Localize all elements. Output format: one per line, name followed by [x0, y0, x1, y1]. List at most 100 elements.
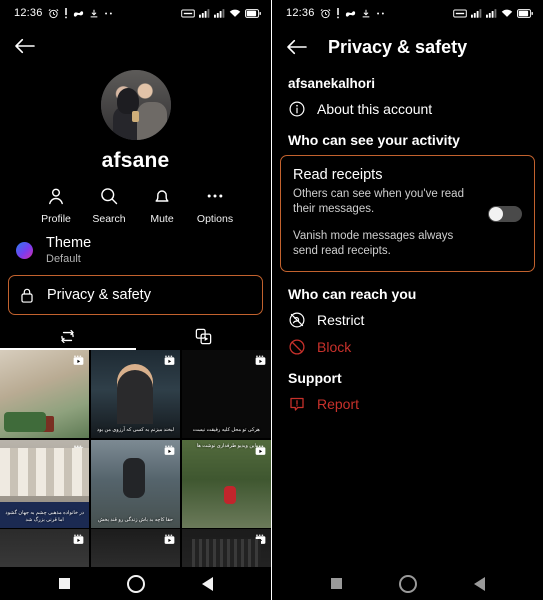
dual-screenshot: 12:36 afsane Profile Search Mute Options… — [0, 0, 543, 600]
reel-icon — [163, 444, 176, 457]
privacy-safety-row[interactable]: Privacy & safety — [8, 275, 263, 315]
status-bar-right-group — [453, 8, 533, 18]
reel-icon — [72, 444, 85, 457]
read-receipts-row[interactable]: Read receipts Others can see when you've… — [280, 155, 535, 272]
wave-icon — [345, 8, 356, 18]
exclamation-icon — [64, 7, 68, 19]
status-bar-left: 12:36 — [0, 0, 271, 26]
wifi-icon — [501, 8, 513, 18]
signal-1-icon — [471, 8, 482, 18]
read-receipts-subtitle: Others can see when you've read their me… — [293, 188, 464, 215]
action-search-label: Search — [92, 213, 126, 225]
signal-2-icon — [486, 8, 497, 18]
status-time: 12:36 — [14, 7, 43, 19]
search-icon — [99, 186, 119, 206]
section-support: Support — [288, 370, 342, 386]
theme-value: Default — [46, 253, 81, 265]
theme-row[interactable]: Theme Default — [0, 235, 271, 266]
privacy-safety-label: Privacy & safety — [47, 287, 151, 303]
info-icon — [288, 100, 306, 118]
more-icon — [376, 11, 387, 16]
status-bar-left-group: 12:36 — [286, 7, 387, 19]
report-label: Report — [317, 396, 360, 412]
status-bar-right-group — [181, 8, 261, 18]
tab-video-collection[interactable] — [136, 322, 272, 350]
block-icon — [288, 338, 306, 356]
more-icon — [104, 11, 115, 16]
page-title: Privacy & safety — [328, 36, 468, 57]
vpn-icon — [453, 9, 467, 18]
reel-icon — [72, 533, 85, 546]
action-profile[interactable]: Profile — [30, 186, 83, 225]
action-options-label: Options — [196, 213, 234, 225]
back-arrow-icon — [14, 37, 36, 55]
action-mute-label: Mute — [150, 213, 174, 225]
grid-item[interactable] — [0, 350, 90, 438]
reel-icon — [163, 533, 176, 546]
battery-icon — [517, 8, 533, 18]
read-receipts-title: Read receipts — [293, 167, 383, 183]
back-triangle-icon[interactable] — [473, 576, 485, 591]
toggle-knob — [489, 207, 503, 221]
read-receipts-texts: Read receipts Others can see when you've… — [293, 166, 480, 259]
android-nav-bar-right — [272, 567, 543, 600]
report-row[interactable]: Report — [272, 386, 543, 413]
about-this-account-row[interactable]: About this account — [272, 91, 543, 118]
recents-square-icon[interactable] — [330, 578, 342, 589]
grid-item[interactable]: هرکی تو محل کلیه رفیقت نیست — [181, 350, 271, 438]
grid-caption: در خانواده مذهبی چشم به جهان گشود اما قر… — [5, 509, 84, 523]
person-icon — [46, 186, 66, 206]
read-receipts-toggle[interactable] — [488, 206, 522, 222]
action-profile-label: Profile — [41, 213, 71, 225]
back-triangle-icon[interactable] — [201, 576, 213, 591]
action-options[interactable]: Options — [189, 186, 242, 225]
grid-caption: لبخند میزنم به کسی که آرزوی من بود — [96, 427, 175, 433]
block-row[interactable]: Block — [272, 329, 543, 356]
section-reach: Who can reach you — [288, 286, 417, 302]
tab-reels[interactable] — [0, 322, 136, 350]
android-nav-bar-left — [0, 567, 271, 600]
grid-item[interactable]: حقا کاچه بد باش زندگی رو قند بخش — [90, 439, 181, 528]
back-arrow-icon[interactable] — [286, 38, 308, 56]
grid-item[interactable]: لبخند میزنم به کسی که آرزوی من بود — [90, 350, 181, 438]
avatar-phone — [131, 111, 139, 122]
lock-icon — [19, 287, 35, 304]
profile-tab-bar — [0, 322, 271, 350]
action-row: Profile Search Mute Options — [0, 186, 271, 225]
reel-icon — [254, 354, 267, 367]
about-this-account-label: About this account — [317, 101, 433, 117]
reel-icon — [254, 444, 267, 457]
back-button-left[interactable] — [0, 26, 271, 66]
reel-icon — [254, 533, 267, 546]
media-grid: لبخند میزنم به کسی که آرزوی من بود هرکی … — [0, 350, 271, 600]
download-icon — [89, 8, 99, 19]
theme-texts: Theme Default — [46, 235, 91, 266]
avatar[interactable] — [100, 70, 171, 140]
home-circle-icon[interactable] — [398, 574, 417, 593]
restrict-row[interactable]: Restrict — [272, 302, 543, 329]
grid-caption: حقا کاچه بد باش زندگی رو قند بخش — [98, 516, 173, 523]
grid-item[interactable]: این ویدیو طرفداری نوشت ها — [181, 439, 271, 528]
restrict-icon — [288, 311, 306, 329]
action-mute[interactable]: Mute — [136, 186, 189, 225]
vpn-icon — [181, 9, 195, 18]
recents-square-icon[interactable] — [58, 578, 70, 589]
signal-1-icon — [199, 8, 210, 18]
video-collection-icon — [194, 327, 213, 346]
grid-caption: هرکی تو محل کلیه رفیقت نیست — [192, 427, 260, 433]
account-username: afsanekalhori — [288, 76, 376, 91]
theme-color-icon — [16, 242, 33, 259]
home-circle-icon[interactable] — [126, 574, 145, 593]
block-label: Block — [317, 339, 352, 355]
alarm-icon — [320, 8, 331, 19]
reels-loop-icon — [58, 327, 77, 346]
action-search[interactable]: Search — [83, 186, 136, 225]
ellipsis-icon — [205, 186, 225, 206]
exclamation-icon — [336, 7, 340, 19]
status-bar-right: 12:36 — [272, 0, 543, 26]
wifi-icon — [229, 8, 241, 18]
theme-label: Theme — [46, 235, 92, 251]
reel-icon — [163, 354, 176, 367]
status-time: 12:36 — [286, 7, 315, 19]
grid-item[interactable]: در خانواده مذهبی چشم به جهان گشود اما قر… — [0, 439, 90, 528]
